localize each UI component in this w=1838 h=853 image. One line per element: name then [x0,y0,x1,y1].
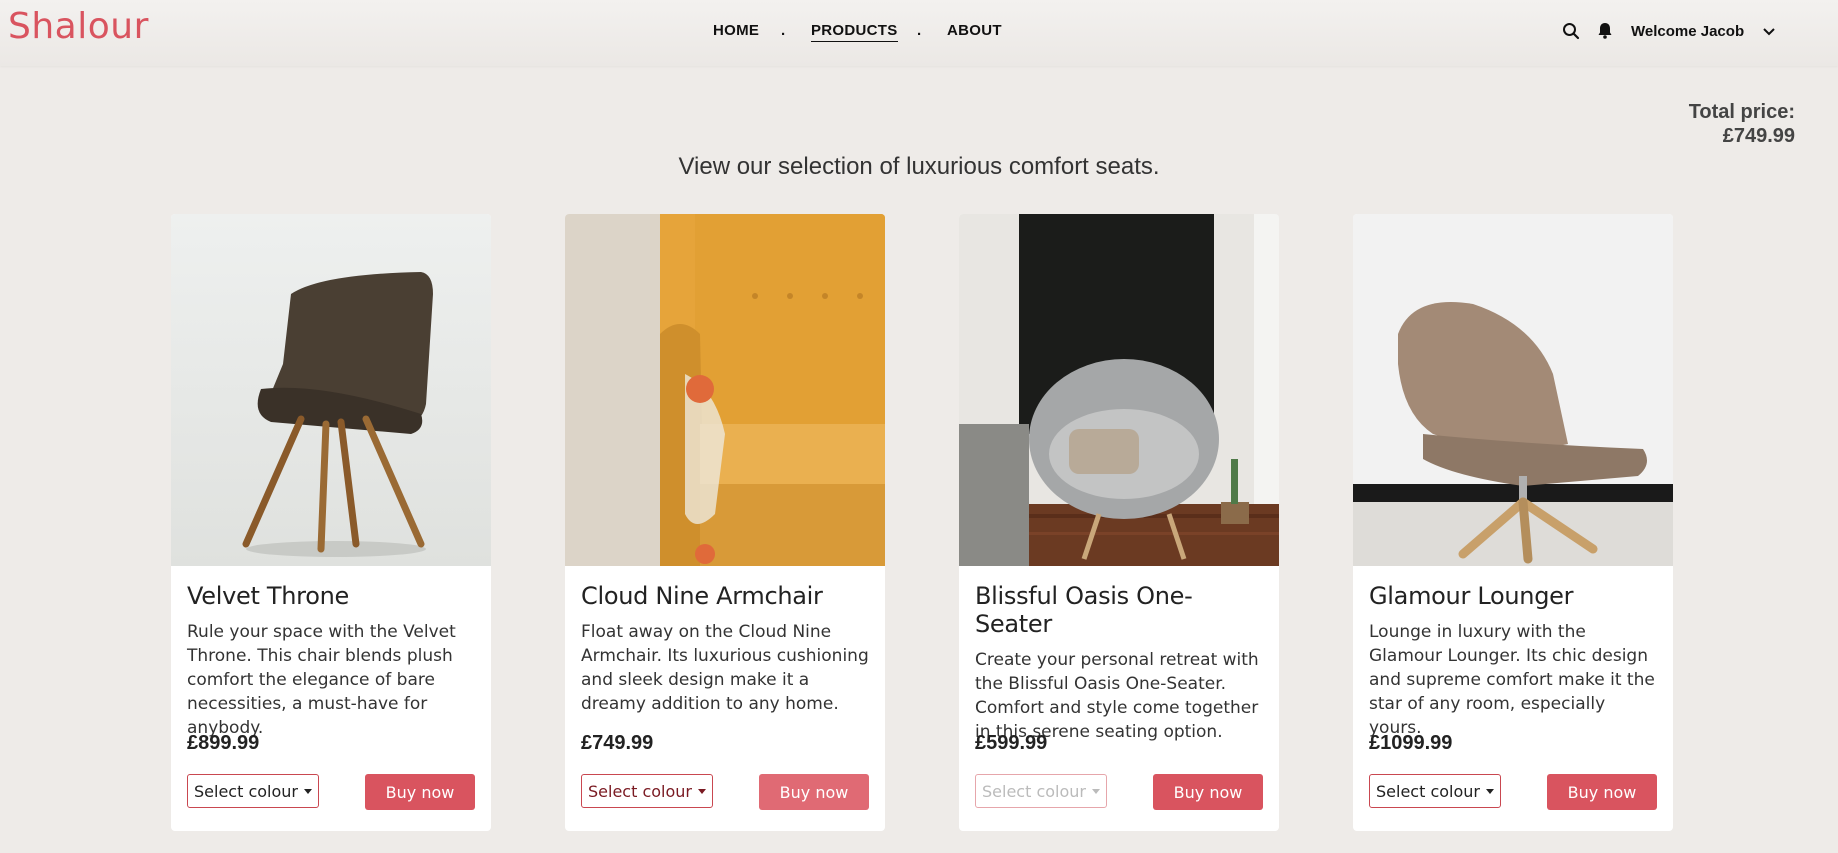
select-colour-label: Select colour [1376,781,1480,801]
nav-about[interactable]: ABOUT [947,22,1002,39]
product-title: Velvet Throne [187,582,349,610]
caret-down-icon [303,788,312,794]
product-title: Cloud Nine Armchair [581,582,823,610]
product-description: Create your personal retreat with the Bl… [975,650,1259,742]
chevron-down-icon[interactable] [1761,22,1777,42]
select-colour-dropdown[interactable]: Select colour [581,774,713,808]
caret-down-icon [1091,788,1100,794]
nav-home[interactable]: HOME [713,22,759,39]
product-price: £599.99 [975,732,1048,754]
select-colour-label: Select colour [982,781,1086,801]
search-icon[interactable] [1562,22,1582,42]
select-colour-label: Select colour [588,781,692,801]
product-title: Blissful Oasis One-Seater [975,582,1193,638]
product-description: Rule your space with the Velvet Throne. … [187,622,456,738]
product-description: Float away on the Cloud Nine Armchair. I… [581,622,869,714]
buy-now-button[interactable]: Buy now [759,774,869,810]
product-image[interactable] [1353,214,1673,566]
select-colour-dropdown[interactable]: Select colour [975,774,1107,808]
buy-now-button[interactable]: Buy now [365,774,475,810]
nav-products[interactable]: PRODUCTS [811,22,898,42]
total-value: £749.99 [1722,125,1795,147]
product-card: Velvet Throne Rule your space with the V… [171,214,491,831]
product-description: Lounge in luxury with the Glamour Lounge… [1369,622,1655,738]
select-colour-label: Select colour [194,781,298,801]
welcome-user[interactable]: Welcome Jacob [1631,23,1744,40]
product-card: Glamour Lounger Lounge in luxury with th… [1353,214,1673,831]
caret-down-icon [1485,788,1494,794]
product-price: £899.99 [187,732,260,754]
product-image[interactable] [171,214,491,566]
product-card: Cloud Nine Armchair Float away on the Cl… [565,214,885,831]
caret-down-icon [697,788,706,794]
bell-icon[interactable] [1597,22,1617,42]
product-image[interactable] [959,214,1279,566]
nav-separator: . [917,22,922,39]
product-image[interactable] [565,214,885,566]
select-colour-dropdown[interactable]: Select colour [1369,774,1501,808]
buy-now-button[interactable]: Buy now [1547,774,1657,810]
select-colour-dropdown[interactable]: Select colour [187,774,319,808]
product-card: Blissful Oasis One-Seater Create your pe… [959,214,1279,831]
cart-total: Total price: £749.99 [1689,100,1795,148]
page-subtitle: View our selection of luxurious comfort … [678,153,1160,180]
nav-separator: . [781,22,786,39]
product-price: £749.99 [581,732,654,754]
product-title: Glamour Lounger [1369,582,1574,610]
buy-now-button[interactable]: Buy now [1153,774,1263,810]
product-price: £1099.99 [1369,732,1453,754]
total-label: Total price: [1688,101,1795,123]
top-navbar: Shalour HOME . PRODUCTS . ABOUT Welcome … [0,0,1838,66]
